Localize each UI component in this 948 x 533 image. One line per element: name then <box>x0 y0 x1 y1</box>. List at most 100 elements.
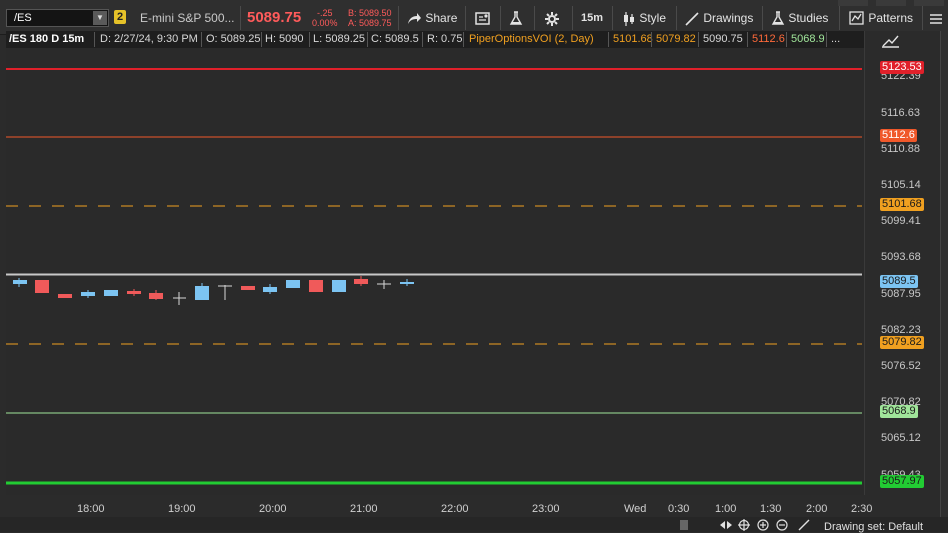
last-price: 5089.75 <box>247 9 302 26</box>
more-info[interactable]: ... <box>831 33 840 45</box>
pencil-line-icon <box>685 12 699 26</box>
crosshair-icon[interactable] <box>738 519 750 531</box>
divider <box>839 6 840 30</box>
net-change: -.25 0.00% <box>312 8 338 28</box>
price-label-green: 5057.97 <box>880 475 924 488</box>
scroll-handle-icon[interactable] <box>680 520 688 530</box>
flexible-grid-button[interactable] <box>475 9 491 27</box>
bar-open: O: 5089.25 <box>206 33 261 45</box>
candle <box>104 290 118 296</box>
share-button[interactable]: Share <box>406 9 457 27</box>
bar-low: L: 5089.25 <box>313 33 365 45</box>
auto-scale-icon[interactable] <box>881 32 901 48</box>
pan-arrows-icon[interactable] <box>720 520 732 530</box>
divider <box>676 6 677 30</box>
price-axis[interactable]: 5122.39 5116.63 5110.88 5105.14 5099.41 … <box>864 31 941 495</box>
divider <box>240 6 241 30</box>
net-change-value: -.25 <box>317 8 333 18</box>
percent-change-value: 0.00% <box>312 18 338 28</box>
candle <box>309 280 323 292</box>
divider <box>698 32 699 47</box>
time-tick: 2:30 <box>851 503 873 515</box>
divider <box>463 32 464 47</box>
chart-info-bar: /ES 180 D 15m D: 2/27/24, 9:30 PM O: 508… <box>6 31 864 48</box>
time-tick: 2:00 <box>806 503 828 515</box>
time-tick: Wed <box>624 503 647 515</box>
candle <box>354 279 368 284</box>
divider <box>422 32 423 47</box>
style-label: Style <box>639 11 667 25</box>
chart-toolbar: /ES ▼ 2 E-mini S&P 500... 5089.75 -.25 0… <box>0 0 948 35</box>
divider <box>608 32 609 47</box>
price-label-red: 5123.53 <box>880 61 924 74</box>
share-label: Share <box>425 11 458 25</box>
divider <box>261 32 262 47</box>
candle <box>58 294 72 298</box>
pattern-chart-icon <box>849 11 864 25</box>
drawings-button[interactable]: Drawings <box>684 9 753 27</box>
price-label-lightgreen: 5068.9 <box>880 405 918 418</box>
symbol-value: /ES <box>14 12 32 24</box>
divider <box>922 6 923 30</box>
study-value-1: 5101.68 <box>613 33 653 45</box>
candle <box>13 280 27 284</box>
time-tick: 1:00 <box>715 503 737 515</box>
study-value-2: 5079.82 <box>656 33 696 45</box>
divider <box>786 32 787 47</box>
divider <box>534 6 535 30</box>
candle <box>241 286 255 290</box>
drawing-pencil-icon[interactable] <box>798 519 810 531</box>
divider <box>651 32 652 47</box>
hamburger-menu-icon <box>930 14 942 24</box>
link-group-badge[interactable]: 2 <box>114 10 126 24</box>
candle <box>332 280 346 292</box>
chevron-down-icon[interactable]: ▼ <box>93 11 107 25</box>
divider <box>398 6 399 30</box>
bar-close: C: 5089.5 <box>371 33 419 45</box>
patterns-button[interactable]: Patterns <box>849 9 913 27</box>
gear-icon <box>545 11 559 26</box>
patterns-label: Patterns <box>868 11 914 25</box>
time-axis[interactable]: 18:00 19:00 20:00 21:00 22:00 23:00 Wed … <box>6 495 940 517</box>
analysis-button[interactable] <box>509 9 523 27</box>
settings-button[interactable] <box>544 9 560 27</box>
price-tick: 5082.23 <box>881 324 921 336</box>
symbol-input[interactable]: /ES ▼ <box>6 9 109 27</box>
drawing-set-selector[interactable]: Drawing set: Default <box>824 521 923 533</box>
price-label-lower-dashed: 5079.82 <box>880 336 924 349</box>
divider <box>94 32 95 47</box>
zoom-in-icon[interactable] <box>757 519 769 531</box>
style-button[interactable]: Style <box>622 9 666 27</box>
price-chart[interactable] <box>6 48 864 495</box>
time-tick: 18:00 <box>77 503 105 515</box>
divider <box>201 32 202 47</box>
close-button[interactable] <box>914 0 944 6</box>
candle <box>35 280 49 293</box>
divider <box>747 32 748 47</box>
maximize-button[interactable] <box>876 0 906 6</box>
study-value-4: 5112.6 <box>752 33 785 45</box>
minimize-button[interactable] <box>838 0 868 6</box>
drawings-label: Drawings <box>703 11 754 25</box>
timeframe-button[interactable]: 15m <box>581 9 603 27</box>
study-name[interactable]: PiperOptionsVOI (2, Day) <box>469 33 594 45</box>
candle <box>263 287 277 292</box>
chart-canvas[interactable] <box>6 48 864 495</box>
bar-date: D: 2/27/24, 9:30 PM <box>100 33 198 45</box>
menu-button[interactable] <box>929 9 943 27</box>
zoom-out-icon[interactable] <box>776 519 788 531</box>
candle <box>400 282 414 284</box>
time-tick: 22:00 <box>441 503 469 515</box>
price-tick: 5076.52 <box>881 360 921 372</box>
time-tick: 0:30 <box>668 503 690 515</box>
time-tick: 20:00 <box>259 503 287 515</box>
divider <box>309 32 310 47</box>
time-tick: 21:00 <box>350 503 378 515</box>
study-value-3: 5090.75 <box>703 33 743 45</box>
candle <box>127 291 141 294</box>
side-panel-strip[interactable] <box>940 31 948 532</box>
divider <box>826 32 827 47</box>
price-tick: 5093.68 <box>881 251 921 263</box>
studies-button[interactable]: Studies <box>771 9 828 27</box>
chart-symbol-info: /ES 180 D 15m <box>9 33 85 45</box>
